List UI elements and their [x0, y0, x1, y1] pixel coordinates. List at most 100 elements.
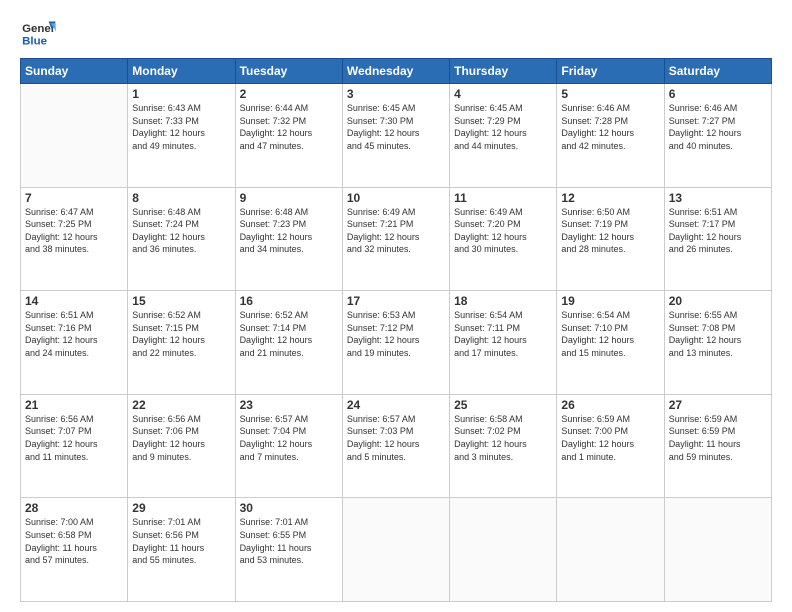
calendar-cell: 16Sunrise: 6:52 AM Sunset: 7:14 PM Dayli… — [235, 291, 342, 395]
day-number: 19 — [561, 294, 659, 308]
day-number: 7 — [25, 191, 123, 205]
calendar-cell — [450, 498, 557, 602]
day-number: 15 — [132, 294, 230, 308]
calendar-cell — [557, 498, 664, 602]
cell-info: Sunrise: 6:49 AM Sunset: 7:20 PM Dayligh… — [454, 206, 552, 256]
calendar-cell: 17Sunrise: 6:53 AM Sunset: 7:12 PM Dayli… — [342, 291, 449, 395]
calendar-cell: 22Sunrise: 6:56 AM Sunset: 7:06 PM Dayli… — [128, 394, 235, 498]
day-number: 2 — [240, 87, 338, 101]
calendar-cell: 9Sunrise: 6:48 AM Sunset: 7:23 PM Daylig… — [235, 187, 342, 291]
calendar-header-monday: Monday — [128, 59, 235, 84]
calendar-week-2: 7Sunrise: 6:47 AM Sunset: 7:25 PM Daylig… — [21, 187, 772, 291]
calendar-header-sunday: Sunday — [21, 59, 128, 84]
calendar-cell: 29Sunrise: 7:01 AM Sunset: 6:56 PM Dayli… — [128, 498, 235, 602]
cell-info: Sunrise: 6:45 AM Sunset: 7:30 PM Dayligh… — [347, 102, 445, 152]
cell-info: Sunrise: 7:01 AM Sunset: 6:55 PM Dayligh… — [240, 516, 338, 566]
calendar-cell: 28Sunrise: 7:00 AM Sunset: 6:58 PM Dayli… — [21, 498, 128, 602]
calendar-cell: 26Sunrise: 6:59 AM Sunset: 7:00 PM Dayli… — [557, 394, 664, 498]
day-number: 10 — [347, 191, 445, 205]
cell-info: Sunrise: 6:48 AM Sunset: 7:24 PM Dayligh… — [132, 206, 230, 256]
cell-info: Sunrise: 6:47 AM Sunset: 7:25 PM Dayligh… — [25, 206, 123, 256]
day-number: 25 — [454, 398, 552, 412]
calendar-cell: 21Sunrise: 6:56 AM Sunset: 7:07 PM Dayli… — [21, 394, 128, 498]
calendar-table: SundayMondayTuesdayWednesdayThursdayFrid… — [20, 58, 772, 602]
cell-info: Sunrise: 6:59 AM Sunset: 6:59 PM Dayligh… — [669, 413, 767, 463]
calendar-cell: 25Sunrise: 6:58 AM Sunset: 7:02 PM Dayli… — [450, 394, 557, 498]
day-number: 21 — [25, 398, 123, 412]
day-number: 27 — [669, 398, 767, 412]
calendar-week-3: 14Sunrise: 6:51 AM Sunset: 7:16 PM Dayli… — [21, 291, 772, 395]
day-number: 14 — [25, 294, 123, 308]
header: General Blue — [20, 18, 772, 48]
calendar-cell: 11Sunrise: 6:49 AM Sunset: 7:20 PM Dayli… — [450, 187, 557, 291]
calendar-week-5: 28Sunrise: 7:00 AM Sunset: 6:58 PM Dayli… — [21, 498, 772, 602]
day-number: 11 — [454, 191, 552, 205]
day-number: 5 — [561, 87, 659, 101]
cell-info: Sunrise: 7:01 AM Sunset: 6:56 PM Dayligh… — [132, 516, 230, 566]
day-number: 20 — [669, 294, 767, 308]
calendar-header-thursday: Thursday — [450, 59, 557, 84]
calendar-cell: 20Sunrise: 6:55 AM Sunset: 7:08 PM Dayli… — [664, 291, 771, 395]
day-number: 12 — [561, 191, 659, 205]
cell-info: Sunrise: 6:52 AM Sunset: 7:15 PM Dayligh… — [132, 309, 230, 359]
logo-icon: General Blue — [20, 18, 56, 48]
calendar-cell: 23Sunrise: 6:57 AM Sunset: 7:04 PM Dayli… — [235, 394, 342, 498]
day-number: 17 — [347, 294, 445, 308]
calendar-cell: 3Sunrise: 6:45 AM Sunset: 7:30 PM Daylig… — [342, 84, 449, 188]
day-number: 3 — [347, 87, 445, 101]
calendar-cell: 15Sunrise: 6:52 AM Sunset: 7:15 PM Dayli… — [128, 291, 235, 395]
cell-info: Sunrise: 6:57 AM Sunset: 7:04 PM Dayligh… — [240, 413, 338, 463]
day-number: 23 — [240, 398, 338, 412]
calendar-cell: 2Sunrise: 6:44 AM Sunset: 7:32 PM Daylig… — [235, 84, 342, 188]
calendar-cell: 10Sunrise: 6:49 AM Sunset: 7:21 PM Dayli… — [342, 187, 449, 291]
day-number: 26 — [561, 398, 659, 412]
calendar-cell: 8Sunrise: 6:48 AM Sunset: 7:24 PM Daylig… — [128, 187, 235, 291]
cell-info: Sunrise: 6:51 AM Sunset: 7:17 PM Dayligh… — [669, 206, 767, 256]
cell-info: Sunrise: 6:55 AM Sunset: 7:08 PM Dayligh… — [669, 309, 767, 359]
calendar-cell: 30Sunrise: 7:01 AM Sunset: 6:55 PM Dayli… — [235, 498, 342, 602]
day-number: 8 — [132, 191, 230, 205]
cell-info: Sunrise: 6:50 AM Sunset: 7:19 PM Dayligh… — [561, 206, 659, 256]
day-number: 24 — [347, 398, 445, 412]
cell-info: Sunrise: 6:57 AM Sunset: 7:03 PM Dayligh… — [347, 413, 445, 463]
day-number: 9 — [240, 191, 338, 205]
day-number: 22 — [132, 398, 230, 412]
calendar-header-wednesday: Wednesday — [342, 59, 449, 84]
calendar-cell — [342, 498, 449, 602]
day-number: 29 — [132, 501, 230, 515]
day-number: 16 — [240, 294, 338, 308]
cell-info: Sunrise: 6:53 AM Sunset: 7:12 PM Dayligh… — [347, 309, 445, 359]
calendar-cell: 18Sunrise: 6:54 AM Sunset: 7:11 PM Dayli… — [450, 291, 557, 395]
calendar-cell: 5Sunrise: 6:46 AM Sunset: 7:28 PM Daylig… — [557, 84, 664, 188]
cell-info: Sunrise: 6:45 AM Sunset: 7:29 PM Dayligh… — [454, 102, 552, 152]
cell-info: Sunrise: 6:46 AM Sunset: 7:27 PM Dayligh… — [669, 102, 767, 152]
day-number: 30 — [240, 501, 338, 515]
cell-info: Sunrise: 6:51 AM Sunset: 7:16 PM Dayligh… — [25, 309, 123, 359]
cell-info: Sunrise: 6:46 AM Sunset: 7:28 PM Dayligh… — [561, 102, 659, 152]
day-number: 18 — [454, 294, 552, 308]
calendar-cell — [21, 84, 128, 188]
day-number: 1 — [132, 87, 230, 101]
calendar-cell: 13Sunrise: 6:51 AM Sunset: 7:17 PM Dayli… — [664, 187, 771, 291]
day-number: 4 — [454, 87, 552, 101]
cell-info: Sunrise: 6:58 AM Sunset: 7:02 PM Dayligh… — [454, 413, 552, 463]
day-number: 28 — [25, 501, 123, 515]
calendar-cell: 27Sunrise: 6:59 AM Sunset: 6:59 PM Dayli… — [664, 394, 771, 498]
cell-info: Sunrise: 6:56 AM Sunset: 7:07 PM Dayligh… — [25, 413, 123, 463]
calendar-header-friday: Friday — [557, 59, 664, 84]
cell-info: Sunrise: 6:54 AM Sunset: 7:10 PM Dayligh… — [561, 309, 659, 359]
calendar-cell: 19Sunrise: 6:54 AM Sunset: 7:10 PM Dayli… — [557, 291, 664, 395]
calendar-cell: 7Sunrise: 6:47 AM Sunset: 7:25 PM Daylig… — [21, 187, 128, 291]
calendar-cell: 6Sunrise: 6:46 AM Sunset: 7:27 PM Daylig… — [664, 84, 771, 188]
cell-info: Sunrise: 6:49 AM Sunset: 7:21 PM Dayligh… — [347, 206, 445, 256]
calendar-cell: 12Sunrise: 6:50 AM Sunset: 7:19 PM Dayli… — [557, 187, 664, 291]
cell-info: Sunrise: 6:44 AM Sunset: 7:32 PM Dayligh… — [240, 102, 338, 152]
calendar-header-tuesday: Tuesday — [235, 59, 342, 84]
day-number: 13 — [669, 191, 767, 205]
day-number: 6 — [669, 87, 767, 101]
cell-info: Sunrise: 6:43 AM Sunset: 7:33 PM Dayligh… — [132, 102, 230, 152]
calendar-week-1: 1Sunrise: 6:43 AM Sunset: 7:33 PM Daylig… — [21, 84, 772, 188]
logo: General Blue — [20, 18, 56, 48]
calendar-header-row: SundayMondayTuesdayWednesdayThursdayFrid… — [21, 59, 772, 84]
calendar-header-saturday: Saturday — [664, 59, 771, 84]
